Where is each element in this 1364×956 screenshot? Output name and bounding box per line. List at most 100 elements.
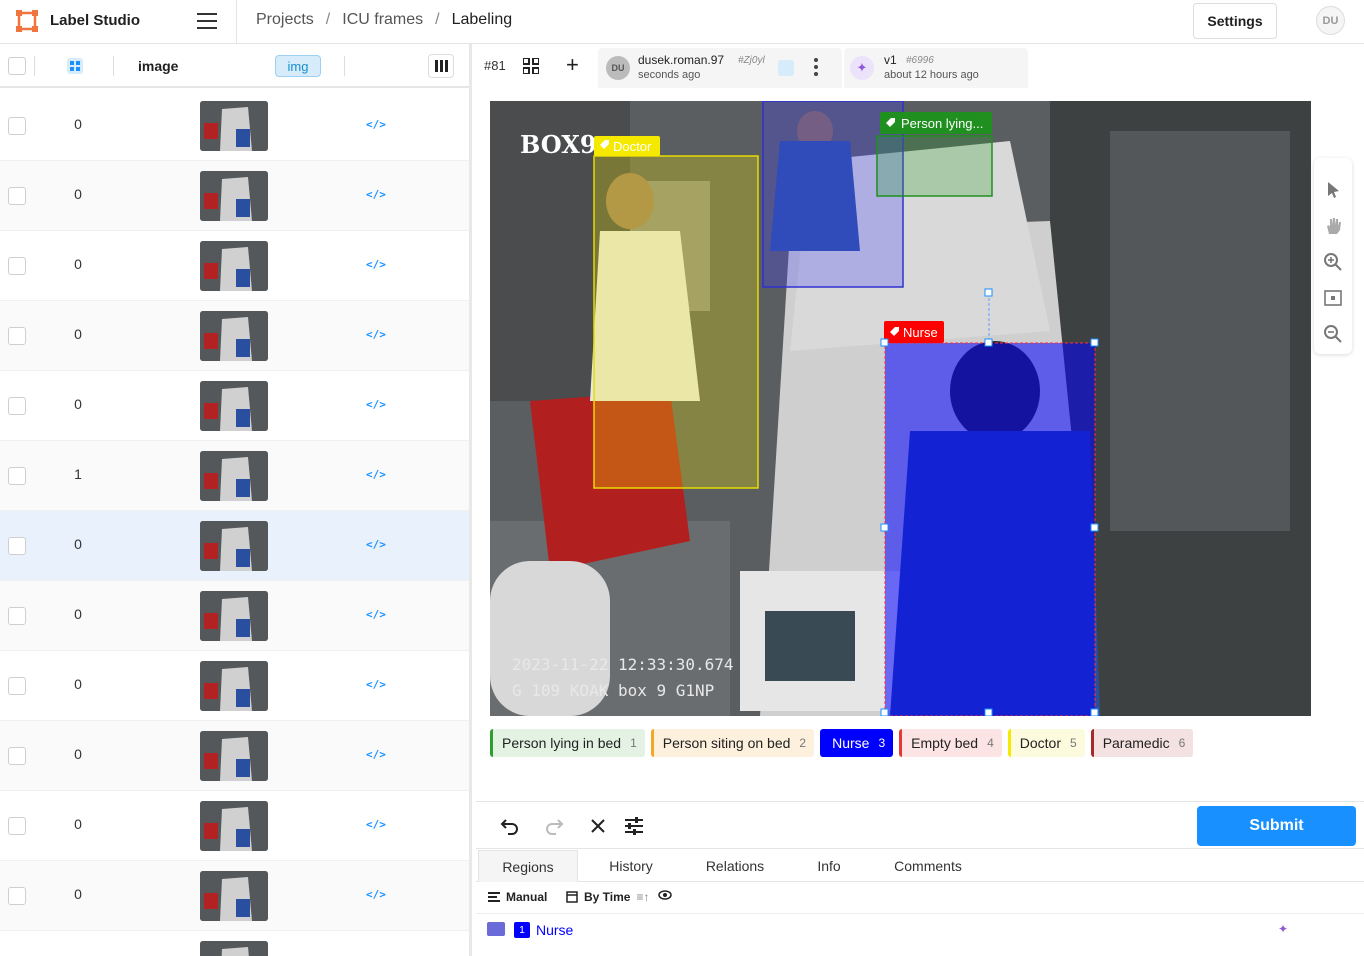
- table-row[interactable]: 0 </>: [0, 371, 469, 441]
- table-row[interactable]: 1 </>: [0, 441, 469, 511]
- annotation-tab[interactable]: DU dusek.roman.97 #Zj0yl seconds ago: [598, 48, 842, 88]
- resize-handle[interactable]: [984, 708, 993, 716]
- image-thumbnail[interactable]: [200, 801, 268, 851]
- row-checkbox[interactable]: [8, 747, 26, 765]
- table-row[interactable]: 0 </>: [0, 301, 469, 371]
- resize-handle[interactable]: [984, 338, 993, 347]
- image-thumbnail[interactable]: [200, 591, 268, 641]
- rotation-handle[interactable]: [984, 288, 993, 297]
- row-checkbox[interactable]: [8, 887, 26, 905]
- table-row[interactable]: 0 </>: [0, 721, 469, 791]
- resize-handle[interactable]: [1090, 523, 1099, 532]
- table-row[interactable]: 0 </>: [0, 861, 469, 931]
- label-chip[interactable]: Paramedic 6: [1090, 729, 1194, 757]
- label-chip[interactable]: Empty bed 4: [899, 729, 1002, 757]
- grouping-manual[interactable]: Manual: [488, 890, 547, 904]
- image-thumbnail[interactable]: [200, 171, 268, 221]
- region-list-item[interactable]: 1 Nurse ✦: [476, 914, 1364, 946]
- id-column-icon[interactable]: [66, 57, 84, 75]
- code-view-icon[interactable]: </>: [366, 398, 386, 412]
- columns-toggle-button[interactable]: [428, 54, 454, 78]
- code-view-icon[interactable]: </>: [366, 888, 386, 902]
- region-nurse[interactable]: Nurse: [880, 288, 1099, 716]
- column-header-image[interactable]: image: [138, 58, 178, 74]
- row-checkbox[interactable]: [8, 327, 26, 345]
- table-row[interactable]: 0 </>: [0, 511, 469, 581]
- sort-by-time[interactable]: By Time ≡↑: [566, 890, 649, 904]
- resize-handle[interactable]: [880, 708, 889, 716]
- image-thumbnail[interactable]: [200, 101, 268, 151]
- table-row[interactable]: 0 </>: [0, 231, 469, 301]
- reset-icon[interactable]: [587, 815, 609, 837]
- resize-handle[interactable]: [1090, 708, 1099, 716]
- breadcrumb-project[interactable]: ICU frames: [342, 11, 423, 29]
- icu-frame-image[interactable]: BOX9 2023-11-22 12:33:30.674 G 109 KOAK …: [490, 101, 1311, 716]
- submit-button[interactable]: Submit: [1197, 806, 1356, 846]
- row-checkbox[interactable]: [8, 677, 26, 695]
- row-checkbox[interactable]: [8, 607, 26, 625]
- breadcrumb-projects[interactable]: Projects: [256, 11, 314, 29]
- settings-button[interactable]: Settings: [1193, 3, 1277, 39]
- label-chip[interactable]: Person siting on bed 2: [650, 729, 815, 757]
- row-checkbox[interactable]: [8, 187, 26, 205]
- resize-handle[interactable]: [880, 523, 889, 532]
- image-thumbnail[interactable]: [200, 521, 268, 571]
- menu-icon[interactable]: [197, 13, 217, 29]
- visibility-toggle[interactable]: [658, 890, 672, 900]
- prediction-tab[interactable]: ✦ v1 #6996 about 12 hours ago: [844, 48, 1028, 88]
- image-thumbnail[interactable]: [200, 941, 268, 956]
- row-checkbox[interactable]: [8, 467, 26, 485]
- code-view-icon[interactable]: </>: [366, 748, 386, 762]
- code-view-icon[interactable]: </>: [366, 258, 386, 272]
- grid-icon[interactable]: [523, 58, 539, 74]
- label-chip[interactable]: Person lying in bed 1: [490, 729, 645, 757]
- resize-handle[interactable]: [1090, 338, 1099, 347]
- region-doctor[interactable]: Doctor: [593, 136, 759, 489]
- table-row[interactable]: 0 </>: [0, 651, 469, 721]
- image-thumbnail[interactable]: [200, 661, 268, 711]
- table-row[interactable]: [0, 931, 469, 956]
- more-options-icon[interactable]: [814, 58, 818, 79]
- settings-sliders-icon[interactable]: [623, 815, 645, 837]
- tab-regions[interactable]: Regions: [478, 850, 578, 882]
- row-checkbox[interactable]: [8, 397, 26, 415]
- resize-handle[interactable]: [880, 338, 889, 347]
- undo-icon[interactable]: [499, 815, 521, 837]
- image-thumbnail[interactable]: [200, 731, 268, 781]
- code-view-icon[interactable]: </>: [366, 118, 386, 132]
- code-view-icon[interactable]: </>: [366, 328, 386, 342]
- code-view-icon[interactable]: </>: [366, 538, 386, 552]
- zoom-in-icon[interactable]: [1323, 252, 1343, 272]
- image-thumbnail[interactable]: [200, 451, 268, 501]
- fit-to-screen-icon[interactable]: [1323, 288, 1343, 308]
- label-chip[interactable]: Nurse 3: [820, 729, 894, 757]
- table-row[interactable]: 0 </>: [0, 161, 469, 231]
- code-view-icon[interactable]: </>: [366, 818, 386, 832]
- select-all-checkbox[interactable]: [8, 57, 26, 75]
- add-annotation-icon[interactable]: +: [566, 54, 579, 76]
- table-row[interactable]: 0 </>: [0, 91, 469, 161]
- user-avatar[interactable]: DU: [1316, 6, 1345, 35]
- redo-icon[interactable]: [543, 815, 565, 837]
- image-thumbnail[interactable]: [200, 381, 268, 431]
- row-checkbox[interactable]: [8, 117, 26, 135]
- code-view-icon[interactable]: </>: [366, 678, 386, 692]
- tab-relations[interactable]: Relations: [696, 850, 774, 882]
- image-canvas[interactable]: BOX9 2023-11-22 12:33:30.674 G 109 KOAK …: [490, 101, 1311, 716]
- table-row[interactable]: 0 </>: [0, 791, 469, 861]
- tab-comments[interactable]: Comments: [886, 850, 970, 882]
- code-view-icon[interactable]: </>: [366, 188, 386, 202]
- zoom-out-icon[interactable]: [1323, 324, 1343, 344]
- image-thumbnail[interactable]: [200, 871, 268, 921]
- row-checkbox[interactable]: [8, 817, 26, 835]
- label-studio-logo-icon[interactable]: [16, 10, 38, 32]
- tab-history[interactable]: History: [592, 850, 670, 882]
- row-checkbox[interactable]: [8, 537, 26, 555]
- pointer-icon[interactable]: [1323, 180, 1343, 200]
- hand-pan-icon[interactable]: [1323, 216, 1343, 236]
- code-view-icon[interactable]: </>: [366, 468, 386, 482]
- row-checkbox[interactable]: [8, 257, 26, 275]
- tab-info[interactable]: Info: [806, 850, 852, 882]
- image-thumbnail[interactable]: [200, 241, 268, 291]
- code-view-icon[interactable]: </>: [366, 608, 386, 622]
